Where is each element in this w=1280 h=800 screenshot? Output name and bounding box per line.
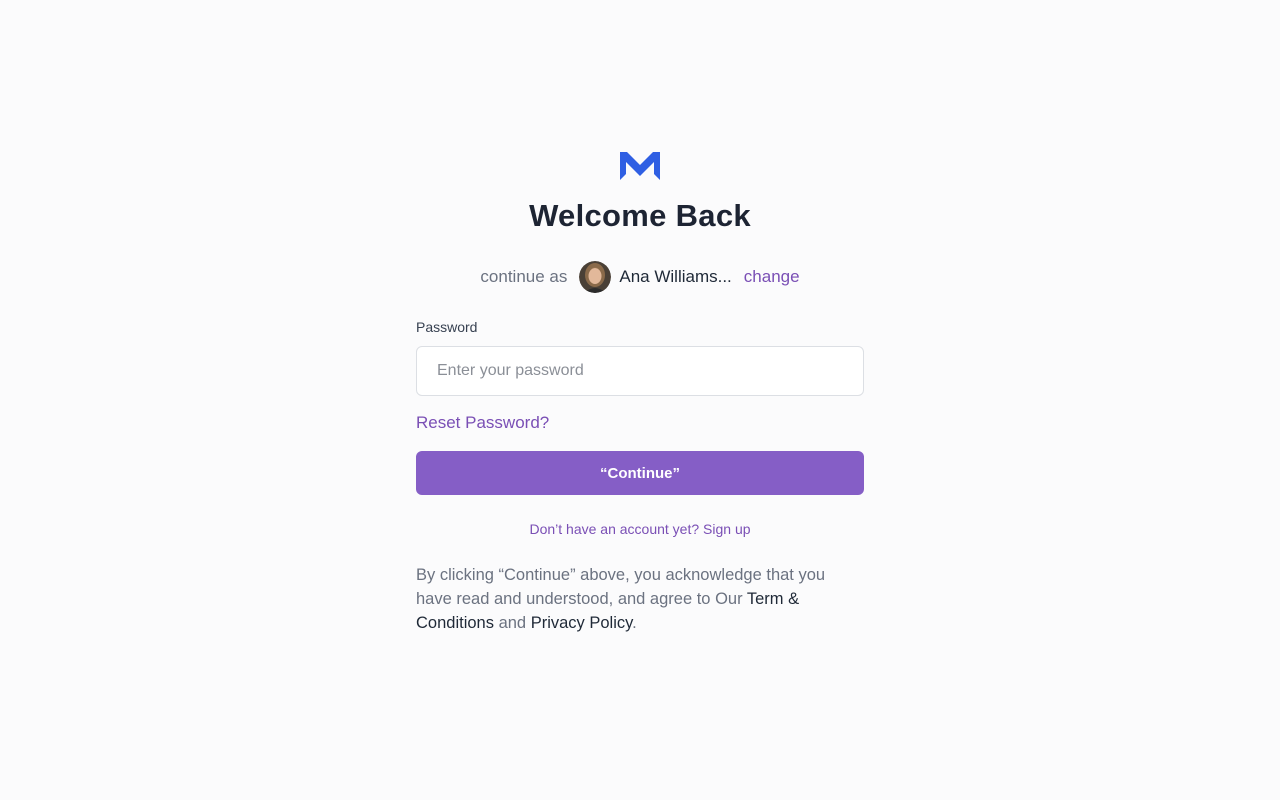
privacy-link[interactable]: Privacy Policy xyxy=(531,614,632,632)
signup-prompt: Don’t have an account yet? xyxy=(529,521,700,537)
avatar xyxy=(579,261,612,293)
signup-row: Don’t have an account yet? Sign up xyxy=(416,519,864,539)
reset-password-link[interactable]: Reset Password? xyxy=(416,412,549,434)
signup-link[interactable]: Sign up xyxy=(703,521,750,537)
account-row: continue as Ana Williams... change xyxy=(416,260,864,294)
login-card: Welcome Back continue as Ana Williams...… xyxy=(416,150,864,635)
password-input[interactable] xyxy=(416,346,864,396)
m-logo-icon xyxy=(620,152,660,180)
terms-end: . xyxy=(632,614,637,632)
login-page: Welcome Back continue as Ana Williams...… xyxy=(0,0,1280,800)
continue-button[interactable]: “Continue” xyxy=(416,451,864,495)
terms-joiner: and xyxy=(498,614,527,632)
page-title: Welcome Back xyxy=(529,198,751,233)
user-avatar-icon xyxy=(579,261,612,293)
terms-notice: By clicking “Continue” above, you acknow… xyxy=(416,563,864,635)
user-name: Ana Williams... xyxy=(619,267,732,286)
change-account-link[interactable]: change xyxy=(744,267,800,287)
password-label: Password xyxy=(416,319,478,335)
continue-as-label: continue as xyxy=(480,267,568,286)
